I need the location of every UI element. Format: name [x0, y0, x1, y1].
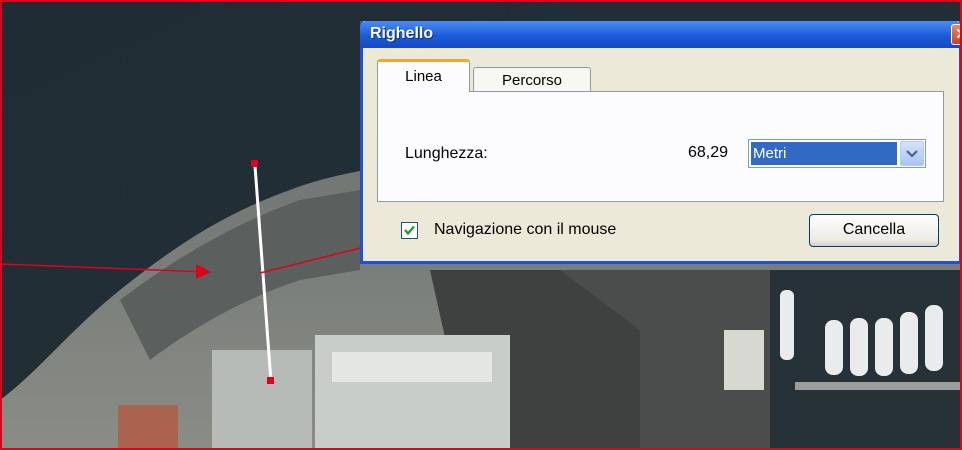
dialog-titlebar[interactable]: Righello ✕: [360, 21, 962, 48]
marina-dock: [795, 382, 962, 390]
small-building: [724, 330, 764, 390]
tab-percorso[interactable]: Percorso: [473, 67, 591, 93]
length-label: Lunghezza:: [405, 145, 488, 162]
unit-selected-value: Metri: [751, 142, 897, 165]
ruler-dialog: Righello ✕ Linea Percorso Lunghezza: 68,…: [360, 21, 962, 264]
close-icon: ✕: [955, 26, 962, 43]
dialog-title: Righello: [370, 25, 434, 42]
building-roof: [332, 352, 492, 382]
cancel-button[interactable]: Cancella: [809, 214, 939, 247]
building-west: [212, 350, 312, 450]
building-red-roof: [118, 405, 178, 450]
checkmark-icon: [404, 225, 415, 236]
mouse-navigation-checkbox[interactable]: [401, 222, 418, 239]
tab-linea[interactable]: Linea: [377, 59, 470, 92]
mouse-navigation-label[interactable]: Navigazione con il mouse: [434, 221, 616, 239]
tab-panel-linea: Lunghezza: 68,29 Metri: [377, 91, 944, 202]
close-button[interactable]: ✕: [951, 24, 962, 45]
unit-dropdown[interactable]: Metri: [748, 139, 926, 168]
chevron-down-icon: [906, 150, 918, 158]
length-value: 68,29: [688, 144, 729, 161]
dropdown-button[interactable]: [900, 141, 924, 166]
